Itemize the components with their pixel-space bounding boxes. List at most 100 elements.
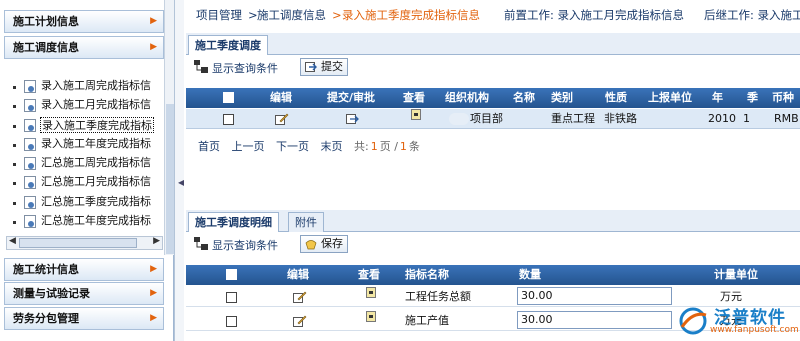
tree-item[interactable]: 汇总施工季度完成指标: [8, 194, 163, 212]
scroll-thumb[interactable]: [19, 238, 137, 248]
pager-record-count: 1: [399, 140, 407, 153]
pager-pages-unit: 页 /: [379, 140, 398, 153]
main-content: 项目管理 > 施工调度信息 > 录入施工季度完成指标信息 前置工作: 录入施工月…: [184, 0, 800, 341]
col-edit: 编辑: [270, 91, 292, 104]
cell-year: 2010: [708, 112, 736, 125]
accordion-label: 施工计划信息: [13, 15, 79, 28]
bullet-icon: [13, 163, 16, 166]
row-checkbox[interactable]: [226, 292, 237, 303]
scroll-left-icon[interactable]: ◀: [9, 236, 16, 246]
cell-quarter: 1: [743, 112, 750, 125]
pager-first[interactable]: 首页: [198, 140, 220, 153]
top-table-header: 编辑 提交/审批 查看 组织机构 名称 类别 性质 上报单位 年 季 币种: [186, 88, 800, 108]
col-quantity: 数量: [519, 268, 541, 281]
tree-item[interactable]: 录入施工月完成指标信: [8, 97, 163, 115]
breadcrumb-separator: >: [332, 8, 342, 22]
cell-currency: RMB: [774, 112, 799, 125]
left-nav-panel: 施工计划信息 ▶ 施工调度信息 ▶ 录入施工周完成指标信 录入施工月完成指标信 …: [0, 0, 174, 341]
edit-icon[interactable]: [293, 291, 307, 303]
accordion-dispatch-info[interactable]: 施工调度信息 ▶: [4, 36, 164, 59]
submit-button[interactable]: 提交: [300, 58, 348, 76]
breadcrumb: 项目管理 > 施工调度信息 > 录入施工季度完成指标信息 前置工作: 录入施工月…: [184, 0, 800, 30]
cell-nature: 非铁路: [604, 112, 637, 125]
save-button[interactable]: 保存: [300, 235, 348, 253]
pre-work-link[interactable]: 前置工作: 录入施工月完成指标信息: [504, 0, 684, 30]
col-quarter: 季: [747, 91, 758, 104]
col-edit: 编辑: [287, 268, 309, 281]
panel-splitter[interactable]: ◀: [174, 0, 184, 341]
tree-item[interactable]: 录入施工年度完成指标: [8, 136, 163, 154]
table-row[interactable]: 项目部 重点工程 非铁路 2010 1 RMB: [186, 109, 800, 129]
cell-category: 重点工程: [551, 112, 595, 125]
accordion-stats-info[interactable]: 施工统计信息 ▶: [4, 258, 164, 281]
cell-org: 项目部: [470, 112, 503, 125]
bottom-tabbar: 施工季调度明细 附件: [186, 210, 800, 232]
dispatch-tree: 录入施工周完成指标信 录入施工月完成指标信 录入施工季度完成指标 录入施工年度完…: [8, 60, 163, 235]
bullet-icon: [13, 221, 16, 224]
row-checkbox[interactable]: [226, 316, 237, 327]
bullet-icon: [13, 144, 16, 147]
nav-vertical-scrollbar[interactable]: [164, 0, 174, 255]
row-checkbox[interactable]: [223, 114, 234, 125]
col-nature: 性质: [605, 91, 627, 104]
accordion-survey-records[interactable]: 测量与试验记录 ▶: [4, 282, 164, 305]
query-icon: [194, 237, 208, 250]
accordion-label: 劳务分包管理: [13, 312, 79, 325]
pager-last[interactable]: 末页: [321, 140, 343, 153]
bullet-icon: [13, 125, 16, 128]
breadcrumb-level2[interactable]: 施工调度信息: [257, 0, 326, 30]
view-icon[interactable]: [411, 109, 421, 120]
tree-item-selected[interactable]: 录入施工季度完成指标: [8, 117, 163, 135]
col-category: 类别: [551, 91, 573, 104]
scroll-thumb[interactable]: [166, 104, 174, 254]
tree-item[interactable]: 汇总施工年度完成指标: [8, 213, 163, 231]
tab-attachment[interactable]: 附件: [288, 212, 324, 232]
accordion-label: 测量与试验记录: [13, 287, 90, 300]
quantity-input[interactable]: 30.00: [517, 287, 672, 305]
scroll-right-icon[interactable]: ▶: [153, 236, 160, 246]
edit-icon[interactable]: [275, 113, 289, 125]
submit-row-icon[interactable]: [346, 113, 360, 125]
accordion-labor-subcontract[interactable]: 劳务分包管理 ▶: [4, 307, 164, 330]
col-indicator: 指标名称: [405, 268, 449, 281]
col-report-unit: 上报单位: [648, 91, 692, 104]
edit-icon[interactable]: [293, 315, 307, 327]
breadcrumb-current: 录入施工季度完成指标信息: [342, 8, 480, 22]
show-query-link[interactable]: 显示查询条件: [212, 237, 278, 253]
col-org: 组织机构: [445, 91, 489, 104]
view-icon[interactable]: [366, 287, 376, 298]
select-all-checkbox[interactable]: [223, 92, 234, 103]
accordion-plan-info[interactable]: 施工计划信息 ▶: [4, 10, 164, 33]
document-gear-icon: [24, 176, 36, 189]
document-gear-icon: [24, 157, 36, 170]
watermark-logo: 泛普软件 www.fanpusoft.com: [670, 301, 800, 341]
bullet-icon: [13, 202, 16, 205]
tree-item[interactable]: 汇总施工周完成指标信: [8, 155, 163, 173]
pager-next[interactable]: 下一页: [276, 140, 309, 153]
document-gear-icon: [24, 196, 36, 209]
select-all-checkbox[interactable]: [226, 269, 237, 280]
col-view: 查看: [358, 268, 380, 281]
chevron-right-icon: ▶: [150, 42, 157, 52]
post-work-link[interactable]: 后继工作: 录入施工: [704, 0, 800, 30]
pager-prev[interactable]: 上一页: [232, 140, 265, 153]
document-gear-icon: [24, 215, 36, 228]
quantity-input[interactable]: 30.00: [517, 311, 672, 329]
tree-item[interactable]: 录入施工周完成指标信: [8, 78, 163, 96]
bottom-table-header: 编辑 查看 指标名称 数量 计量单位: [186, 265, 800, 285]
cell-indicator: 工程任务总额: [405, 290, 471, 303]
show-query-link[interactable]: 显示查询条件: [212, 60, 278, 76]
col-year: 年: [712, 91, 723, 104]
tree-item[interactable]: 汇总施工月完成指标信: [8, 174, 163, 192]
document-gear-icon: [24, 80, 36, 93]
tab-dispatch-detail[interactable]: 施工季调度明细: [188, 212, 279, 232]
tab-quarter-dispatch[interactable]: 施工季度调度: [188, 35, 268, 55]
view-icon[interactable]: [366, 311, 376, 322]
save-icon: [305, 240, 317, 250]
col-unit: 计量单位: [714, 268, 758, 281]
breadcrumb-root[interactable]: 项目管理: [196, 0, 242, 30]
pager-page-count: 1: [370, 140, 378, 153]
bullet-icon: [13, 182, 16, 185]
tree-horizontal-scrollbar[interactable]: ◀ ▶: [6, 236, 163, 250]
bottom-toolbar: 显示查询条件 保存: [186, 233, 800, 255]
